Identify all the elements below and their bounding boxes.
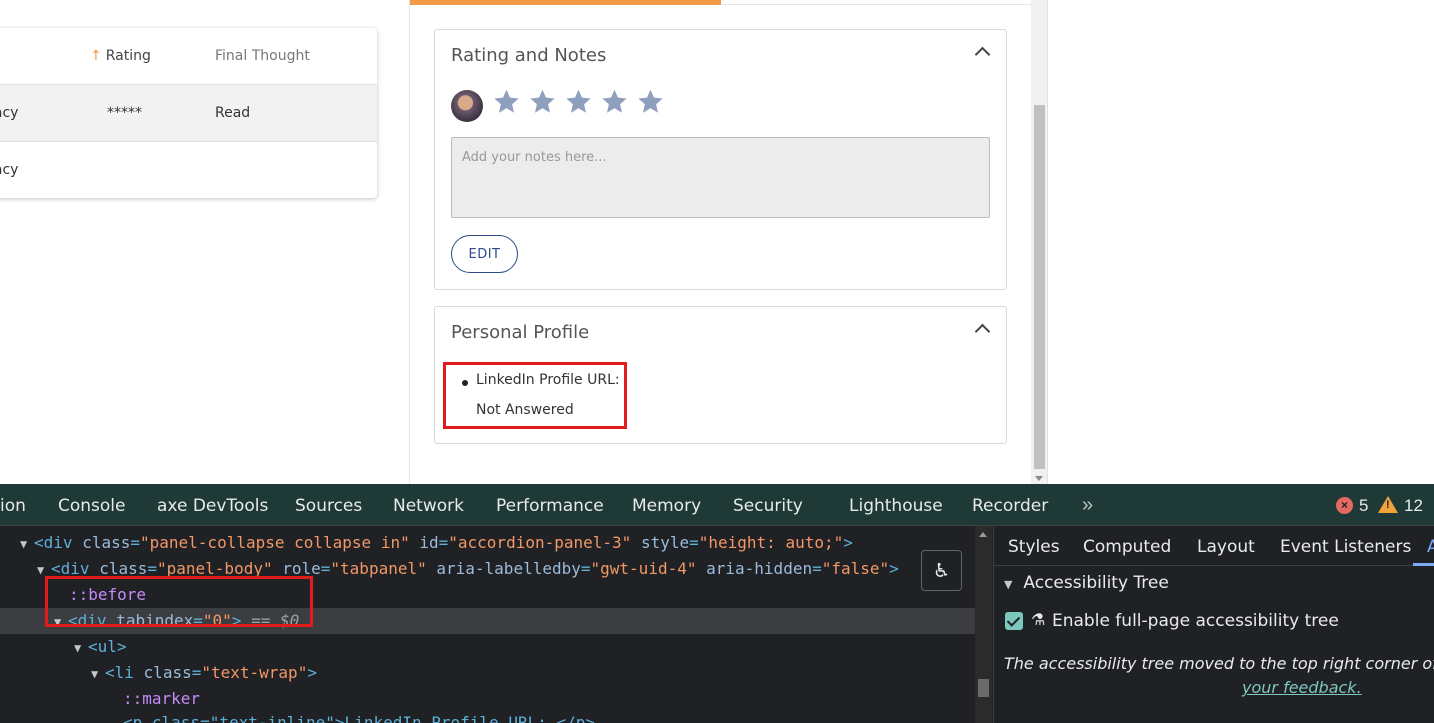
table-cell-rating: *****: [107, 105, 142, 121]
star-icon[interactable]: [637, 88, 664, 115]
avatar: [451, 90, 483, 122]
tab-divider: [721, 4, 1032, 5]
final-thought-column-header[interactable]: Final Thought: [215, 48, 310, 64]
accessibility-person-icon[interactable]: ♿: [921, 550, 962, 591]
dom-node-line[interactable]: ▼ <li class="text-wrap">: [91, 660, 317, 686]
scroll-up-arrow-icon[interactable]: [979, 532, 987, 537]
flask-icon: ⚗: [1031, 612, 1046, 629]
expand-triangle-icon[interactable]: ▼: [1004, 578, 1018, 591]
tab-styles[interactable]: Styles: [1008, 537, 1060, 557]
table-row[interactable]: lacy: [0, 142, 377, 198]
enable-tree-checkbox[interactable]: [1005, 612, 1023, 630]
attr-value: "text-wrap": [201, 663, 308, 682]
reading-table: ↑Rating Final Thought lacy ***** Read la…: [0, 28, 377, 198]
attr-value: "accordion-panel-3": [448, 533, 632, 552]
attr-value: "tabpanel": [330, 559, 427, 578]
tag-name: li: [114, 663, 134, 682]
table-cell-title: lacy: [0, 162, 19, 178]
tab-accessibility[interactable]: A: [1427, 537, 1434, 557]
star-icon[interactable]: [493, 88, 520, 115]
dom-node-line[interactable]: ▼ <div class="panel-collapse collapse in"…: [20, 530, 853, 556]
bullet-icon: [462, 380, 468, 386]
tab-lighthouse[interactable]: Lighthouse: [849, 496, 943, 516]
attr-value: "gwt-uid-4": [590, 559, 697, 578]
pseudo-element-line[interactable]: ::marker: [123, 686, 200, 712]
devtools-tab-bar: ion Console axe DevTools Sources Network…: [0, 484, 1434, 526]
dom-node-line[interactable]: <p class="text-inline">LinkedIn Profile …: [123, 710, 595, 723]
error-count[interactable]: 5: [1359, 496, 1368, 516]
tag-name: ul: [97, 637, 117, 656]
tab-event-listeners[interactable]: Event Listeners: [1280, 537, 1411, 557]
star-icon[interactable]: [601, 88, 628, 115]
panel-title[interactable]: Rating and Notes: [451, 45, 606, 66]
expand-triangle-icon[interactable]: ▼: [91, 661, 105, 687]
highlight-box: LinkedIn Profile URL: Not Answered: [443, 362, 627, 429]
sidebar-pane: Styles Computed Layout Event Listeners A…: [993, 526, 1434, 723]
page-scrollbar[interactable]: [1031, 0, 1048, 484]
tab-network[interactable]: Network: [393, 496, 464, 516]
tab-computed[interactable]: Computed: [1083, 537, 1171, 557]
accessibility-tree-header[interactable]: ▼ Accessibility Tree: [1004, 573, 1169, 593]
table-row[interactable]: lacy ***** Read: [0, 85, 377, 142]
highlight-box: [45, 576, 313, 627]
elements-scrollbar[interactable]: [975, 526, 992, 723]
attr-value: "height: auto;": [698, 533, 844, 552]
sidebar-tab-bar: Styles Computed Layout Event Listeners A: [994, 526, 1434, 566]
devtools-panel: ion Console axe DevTools Sources Network…: [0, 484, 1434, 723]
web-app: ↑Rating Final Thought lacy ***** Read la…: [0, 0, 1434, 484]
table-cell-title: lacy: [0, 105, 19, 121]
scrollbar-thumb[interactable]: [978, 679, 989, 697]
linkedin-value: Not Answered: [476, 402, 574, 418]
star-icon[interactable]: [565, 88, 592, 115]
rating-column-header[interactable]: ↑ Rating: [90, 48, 151, 64]
info-text: The accessibility tree moved to the top …: [1004, 654, 1434, 673]
elements-tree: ▼ <div class="panel-collapse collapse in"…: [0, 526, 975, 723]
rating-header-label: Rating: [105, 48, 151, 64]
pseudo-marker: ::marker: [123, 689, 201, 708]
tab-memory[interactable]: Memory: [632, 496, 701, 516]
tab-performance[interactable]: Performance: [496, 496, 604, 516]
table-header: ↑ Rating Final Thought: [0, 28, 377, 85]
expand-triangle-icon[interactable]: ▼: [74, 635, 88, 661]
expand-triangle-icon[interactable]: ▼: [20, 531, 34, 557]
error-icon[interactable]: ×: [1336, 497, 1353, 514]
enable-tree-label[interactable]: Enable full-page accessibility tree: [1052, 611, 1339, 631]
chevron-up-icon[interactable]: [974, 323, 991, 340]
attr-value: "false": [821, 559, 890, 578]
tab-elements[interactable]: ion: [0, 496, 26, 516]
scrollbar-thumb[interactable]: [1034, 105, 1045, 469]
star-rating[interactable]: [493, 88, 664, 115]
rating-notes-panel: Rating and Notes Add your notes here... …: [434, 29, 1007, 290]
more-tabs-icon[interactable]: »: [1082, 494, 1093, 517]
linkedin-label: LinkedIn Profile URL:: [476, 372, 620, 388]
sort-up-icon: ↑: [90, 48, 102, 64]
tab-layout[interactable]: Layout: [1197, 537, 1255, 557]
personal-profile-panel: Personal Profile LinkedIn Profile URL: N…: [434, 306, 1007, 444]
edit-button[interactable]: EDIT: [451, 235, 518, 273]
notes-textarea[interactable]: Add your notes here...: [451, 137, 990, 218]
tab-recorder[interactable]: Recorder: [972, 496, 1048, 516]
chevron-up-icon[interactable]: [974, 46, 991, 63]
panel-title[interactable]: Personal Profile: [451, 322, 589, 343]
attr-value: "panel-collapse collapse in": [140, 533, 410, 552]
section-title: Accessibility Tree: [1023, 573, 1169, 593]
scroll-down-arrow-icon[interactable]: [1035, 476, 1043, 481]
feedback-link[interactable]: your feedback.: [1242, 678, 1362, 697]
tab-security[interactable]: Security: [733, 496, 803, 516]
table-cell-final-thought: Read: [215, 105, 251, 121]
tab-axe-devtools[interactable]: axe DevTools: [157, 496, 268, 516]
tag-name: div: [43, 533, 73, 552]
active-tab-indicator: [1413, 563, 1434, 566]
warning-count[interactable]: 12: [1404, 496, 1423, 516]
star-icon[interactable]: [529, 88, 556, 115]
tab-console[interactable]: Console: [58, 496, 126, 516]
tab-sources[interactable]: Sources: [295, 496, 362, 516]
warning-mark: !: [1386, 499, 1390, 511]
dom-node-text: <p class="text-inline">LinkedIn Profile …: [123, 713, 596, 723]
dom-node-line[interactable]: ▼ <ul>: [74, 634, 127, 660]
active-tab-indicator: [410, 0, 721, 5]
